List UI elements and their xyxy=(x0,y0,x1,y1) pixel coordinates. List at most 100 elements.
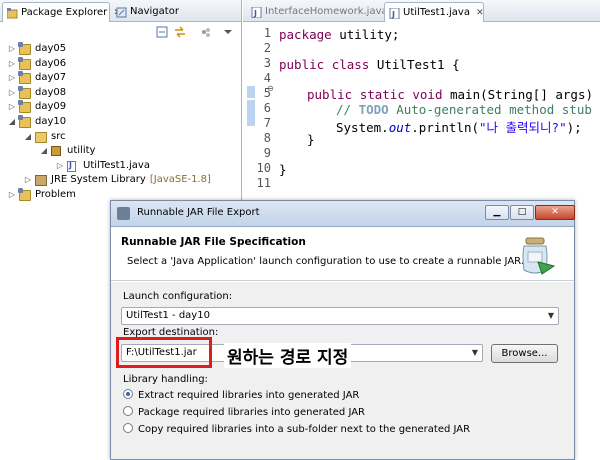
tab-interfacehomework[interactable]: J InterfaceHomework.java xyxy=(247,2,388,22)
tree-item-text: day10 xyxy=(35,115,67,127)
collapsed-icon[interactable]: ▷ xyxy=(24,173,32,188)
tree-item-text: day08 xyxy=(35,86,67,98)
expanded-icon[interactable]: ◢ xyxy=(24,130,32,145)
code-keyword: package xyxy=(279,27,332,42)
line-number: 7 xyxy=(263,116,271,130)
package-icon xyxy=(51,146,61,157)
code-text: UtilTest1 { xyxy=(369,57,460,72)
tree-item-src[interactable]: ◢ src xyxy=(0,130,241,145)
close-button[interactable]: ✕ xyxy=(535,205,575,220)
tree-item-text: day06 xyxy=(35,57,67,69)
project-folder-icon xyxy=(18,100,31,114)
collapsed-icon[interactable]: ▷ xyxy=(8,188,16,203)
collapsed-icon[interactable]: ▷ xyxy=(8,100,16,115)
tree-item-utility[interactable]: ◢ utility xyxy=(0,144,241,159)
tree-item-day06[interactable]: ▷ day06 xyxy=(0,56,241,72)
tab-navigator[interactable]: Navigator xyxy=(112,2,192,22)
code-keyword: public xyxy=(307,87,353,102)
tree-item-label: day10 xyxy=(35,115,66,130)
minimize-button[interactable]: ▁ xyxy=(485,205,509,220)
tree-item-jre-system-library[interactable]: ▷ JRE System Library [JavaSE-1.8] xyxy=(0,173,241,188)
view-menu-icon[interactable] xyxy=(222,26,234,38)
collapsed-icon[interactable]: ▷ xyxy=(8,57,16,72)
tree-item-day08[interactable]: ▷ day08 xyxy=(0,85,241,101)
tree-item-label: utility xyxy=(67,144,95,159)
launch-config-select[interactable]: UtilTest1 - day10 ▼ xyxy=(121,307,559,325)
java-file-icon: J xyxy=(251,6,262,19)
collapsed-icon[interactable]: ▷ xyxy=(56,159,64,174)
tab-package-explorer-label: Package Explorer xyxy=(21,7,108,18)
expanded-icon[interactable]: ◢ xyxy=(40,144,48,159)
java-file-icon xyxy=(67,159,76,173)
code-text: ); xyxy=(566,120,582,135)
project-folder-icon xyxy=(18,56,31,70)
dialog-titlebar[interactable]: Runnable JAR File Export ▁ □ ✕ xyxy=(111,201,575,227)
export-dialog: Runnable JAR File Export ▁ □ ✕ Runnable … xyxy=(110,200,575,460)
tree-item-label: src xyxy=(51,130,66,145)
radio-selected-icon xyxy=(123,389,133,399)
line-number: 5 xyxy=(263,86,271,100)
tree-item-day09[interactable]: ▷ day09 xyxy=(0,100,241,115)
code-comment: Auto-generated method stub xyxy=(388,102,592,117)
line-number: 1 xyxy=(263,26,271,40)
tab-utiltest1[interactable]: J UtilTest1.java ✕ xyxy=(384,2,484,22)
code-line-5: public static void main(String[] args) { xyxy=(307,87,600,102)
focus-icon[interactable] xyxy=(200,26,212,38)
tree-item-label: day05 xyxy=(35,42,66,57)
dialog-body: Launch configuration: UtilTest1 - day10 … xyxy=(111,282,574,459)
line-number-gutter: 1 2 3 4 5 6 7 8 9 10 11 xyxy=(243,24,275,194)
code-text: } xyxy=(307,132,315,147)
radio-copy-libraries[interactable]: Copy required libraries into a sub-folde… xyxy=(123,423,470,437)
close-icon[interactable]: ✕ xyxy=(476,8,484,18)
collapsed-icon[interactable]: ▷ xyxy=(8,42,16,57)
editor-area: J InterfaceHomework.java J UtilTest1.jav… xyxy=(243,0,600,200)
code-line-3: public class UtilTest1 { xyxy=(279,57,460,72)
tree-item-day05[interactable]: ▷ day05 xyxy=(0,42,241,57)
tree-item-day07[interactable]: ▷ day07 xyxy=(0,71,241,86)
collapsed-icon[interactable]: ▷ xyxy=(8,71,16,86)
browse-button[interactable]: Browse... xyxy=(491,344,558,363)
tree-item-text: Problem xyxy=(35,188,76,200)
line-number: 10 xyxy=(256,161,271,175)
line-number: 6 xyxy=(263,101,271,115)
svg-text:J: J xyxy=(253,9,257,18)
line-number: 4 xyxy=(263,71,271,85)
svg-text:J: J xyxy=(391,10,395,19)
radio-extract-libraries[interactable]: Extract required libraries into generate… xyxy=(123,389,359,403)
line-number: 9 xyxy=(263,146,271,160)
java-file-icon: J xyxy=(389,7,400,20)
navigator-icon xyxy=(116,6,127,18)
code-field: out xyxy=(388,120,412,135)
expanded-icon[interactable]: ◢ xyxy=(8,115,16,130)
jar-export-icon xyxy=(518,236,556,276)
code-todo: TODO xyxy=(358,102,389,117)
dialog-app-icon xyxy=(117,207,130,220)
code-text: .println( xyxy=(411,120,479,135)
library-handling-label: Library handling: xyxy=(123,374,208,385)
collapsed-icon[interactable]: ▷ xyxy=(8,86,16,101)
link-with-editor-icon[interactable] xyxy=(174,26,186,38)
tab-utiltest1-label: UtilTest1.java xyxy=(403,7,470,18)
tab-navigator-label: Navigator xyxy=(130,6,179,17)
code-line-7: System.out.println("나 출력되니?"); xyxy=(336,117,582,136)
chevron-down-icon: ▼ xyxy=(471,348,478,357)
tree-item-label: UtilTest1.java xyxy=(83,159,150,174)
code-line-6: // TODO Auto-generated method stub xyxy=(336,102,592,117)
tree-item-text: src xyxy=(51,130,66,142)
dialog-header: Runnable JAR File Specification Select a… xyxy=(111,228,574,281)
launch-config-label: Launch configuration: xyxy=(123,291,233,302)
tab-package-explorer[interactable]: Package Explorer ✕ xyxy=(2,2,121,22)
chevron-down-icon: ▼ xyxy=(547,311,554,320)
code-keyword: void xyxy=(412,87,443,102)
collapse-all-icon[interactable] xyxy=(156,26,168,38)
code-keyword: public xyxy=(279,57,325,72)
radio-package-libraries[interactable]: Package required libraries into generate… xyxy=(123,406,365,420)
maximize-button[interactable]: □ xyxy=(510,205,534,220)
tree-item-utiltest1-java[interactable]: ▷ UtilTest1.java xyxy=(0,159,241,174)
tree-item-day10[interactable]: ◢ day10 xyxy=(0,114,241,130)
highlight-box xyxy=(116,337,212,368)
tree-item-text: JRE System Library xyxy=(51,174,146,186)
package-explorer-icon xyxy=(6,7,18,19)
package-explorer-toolbar xyxy=(0,23,241,43)
project-folder-icon xyxy=(18,42,31,55)
